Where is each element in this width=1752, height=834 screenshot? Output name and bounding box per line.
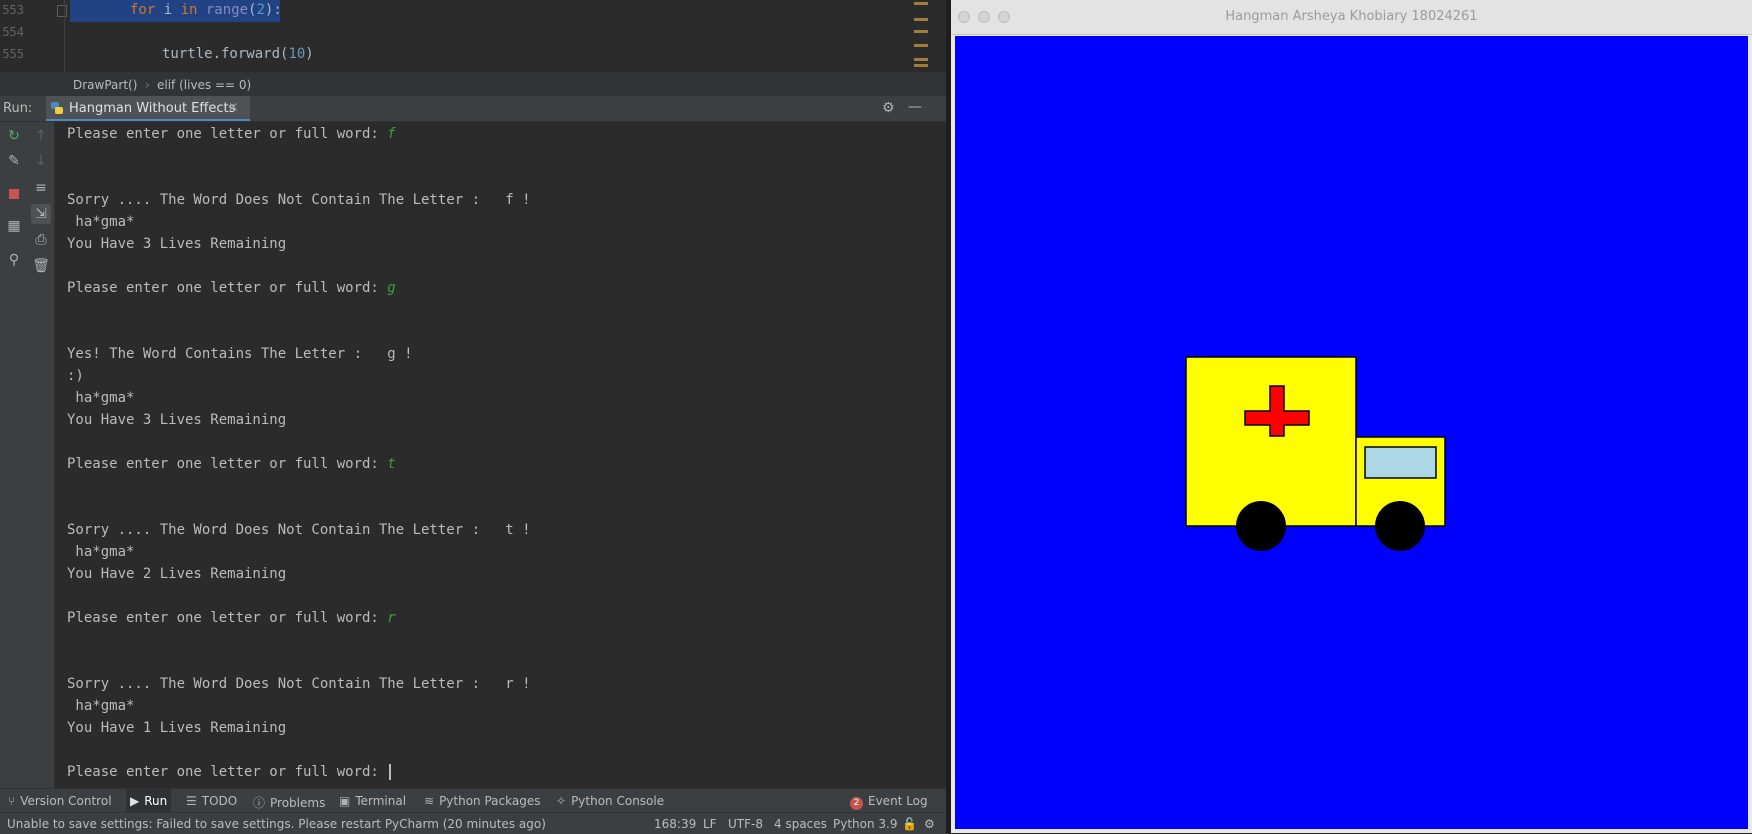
console-line: ha*gma* bbox=[67, 544, 135, 560]
stop-icon[interactable] bbox=[4, 184, 24, 204]
console-line: Please enter one letter or full word: r bbox=[67, 610, 396, 626]
ambulance-drawing bbox=[1185, 356, 1446, 551]
console-line: You Have 3 Lives Remaining bbox=[67, 412, 287, 428]
user-input: g bbox=[387, 280, 396, 296]
rerun-icon[interactable]: ↻ bbox=[4, 126, 24, 146]
code-editor[interactable]: 553 554 555 for i in range(2): turtle.fo… bbox=[0, 0, 946, 72]
console-line: Please enter one letter or full word: t bbox=[67, 456, 396, 472]
status-bar: Unable to save settings: Failed to save … bbox=[0, 812, 946, 834]
pin-icon[interactable]: ⚲ bbox=[4, 250, 24, 270]
print-icon[interactable]: ⎙ bbox=[31, 230, 51, 250]
line-number: 553 bbox=[2, 3, 24, 17]
soft-wrap-icon[interactable]: ≡ bbox=[31, 178, 51, 198]
python-icon bbox=[51, 102, 63, 114]
turtle-canvas[interactable] bbox=[955, 36, 1748, 829]
console-line: ha*gma* bbox=[67, 214, 135, 230]
window-titlebar[interactable]: Hangman Arsheya Khobiary 18024261 bbox=[951, 0, 1752, 35]
user-input: r bbox=[387, 610, 396, 626]
wheel-front bbox=[1375, 501, 1425, 551]
run-panel-label: Run: bbox=[3, 101, 33, 116]
breadcrumb-item-function[interactable]: DrawPart() bbox=[73, 78, 137, 92]
user-input: f bbox=[387, 126, 396, 142]
lock-icon[interactable]: 🔓 bbox=[902, 817, 917, 831]
branch-icon: ⑂ bbox=[8, 794, 16, 808]
tab-label: Hangman Without Effects bbox=[69, 101, 236, 116]
user-input: t bbox=[387, 456, 396, 472]
status-message[interactable]: Unable to save settings: Failed to save … bbox=[7, 817, 546, 831]
line-separator[interactable]: LF bbox=[703, 817, 717, 831]
minimize-icon[interactable]: — bbox=[908, 99, 922, 115]
arrow-down-icon[interactable]: ↓ bbox=[31, 151, 51, 171]
tool-window-terminal[interactable]: ▣ Terminal bbox=[339, 794, 406, 808]
tab-hangman-without-effects[interactable]: Hangman Without Effects × bbox=[46, 96, 250, 121]
wrench-icon[interactable]: ✎ bbox=[4, 151, 24, 171]
console-line: You Have 2 Lives Remaining bbox=[67, 566, 287, 582]
error-stripe[interactable] bbox=[914, 0, 928, 70]
trash-icon[interactable]: 🗑 bbox=[31, 256, 51, 276]
tool-window-todo[interactable]: ☰ TODO bbox=[186, 794, 237, 808]
code-line-555[interactable]: turtle.forward(10) bbox=[162, 46, 314, 62]
indent-setting[interactable]: 4 spaces bbox=[774, 817, 827, 831]
console-line: You Have 1 Lives Remaining bbox=[67, 720, 287, 736]
wheel-back bbox=[1236, 501, 1286, 551]
python-interpreter[interactable]: Python 3.9 bbox=[833, 817, 898, 831]
list-icon: ☰ bbox=[186, 794, 197, 808]
line-number: 554 bbox=[2, 25, 24, 39]
breadcrumb: DrawPart() › elif (lives == 0) bbox=[0, 72, 946, 97]
tool-window-version-control[interactable]: ⑂ Version Control bbox=[8, 794, 112, 808]
code-line-553[interactable]: for i in range(2): bbox=[130, 2, 282, 18]
scroll-to-end-icon[interactable]: ⇲ bbox=[31, 204, 51, 224]
close-icon[interactable]: × bbox=[228, 100, 239, 115]
run-toolbar-secondary: ↑ ↓ ≡ ⇲ ⎙ 🗑 bbox=[28, 122, 55, 788]
run-console[interactable]: Please enter one letter or full word: f S… bbox=[55, 122, 928, 788]
console-line: Please enter one letter or full word: g bbox=[67, 280, 396, 296]
python-icon: ✧ bbox=[556, 794, 567, 808]
tool-window-python-packages[interactable]: ≋ Python Packages bbox=[424, 794, 540, 808]
console-scrollbar[interactable] bbox=[928, 122, 946, 788]
fold-marker-icon[interactable] bbox=[57, 5, 67, 17]
console-line: ha*gma* bbox=[67, 390, 135, 406]
truck-window bbox=[1364, 446, 1437, 479]
play-icon: ▶ bbox=[130, 794, 140, 808]
tool-window-run[interactable]: ▶ Run bbox=[126, 789, 172, 813]
console-line: Please enter one letter or full word: f bbox=[67, 126, 396, 142]
turtle-graphics-window: Hangman Arsheya Khobiary 18024261 bbox=[951, 0, 1752, 833]
line-number: 555 bbox=[2, 47, 24, 61]
tool-window-python-console[interactable]: ✧ Python Console bbox=[556, 794, 664, 808]
console-line: Sorry .... The Word Does Not Contain The… bbox=[67, 192, 531, 208]
chevron-right-icon: › bbox=[145, 78, 150, 92]
tool-window-problems[interactable]: ⓘ Problems bbox=[253, 794, 325, 811]
layout-icon[interactable]: ▦ bbox=[4, 216, 24, 236]
truck-body bbox=[1185, 356, 1357, 527]
window-title: Hangman Arsheya Khobiary 18024261 bbox=[1225, 9, 1478, 24]
console-line: Yes! The Word Contains The Letter : g ! bbox=[67, 346, 413, 362]
layers-icon: ≋ bbox=[424, 794, 435, 808]
info-icon: ⓘ bbox=[253, 796, 266, 810]
run-panel-header: Run: Hangman Without Effects × ⚙ — bbox=[0, 96, 946, 122]
tool-window-event-log[interactable]: 2 Event Log bbox=[850, 794, 928, 810]
console-line: You Have 3 Lives Remaining bbox=[67, 236, 287, 252]
breadcrumb-item-branch[interactable]: elif (lives == 0) bbox=[157, 78, 251, 92]
console-line: Sorry .... The Word Does Not Contain The… bbox=[67, 676, 531, 692]
text-cursor bbox=[389, 764, 392, 780]
caret-position[interactable]: 168:39 bbox=[654, 817, 696, 831]
event-count-badge: 2 bbox=[850, 797, 863, 810]
arrow-up-icon[interactable]: ↑ bbox=[31, 126, 51, 146]
run-toolbar-primary: ↻ ✎ ▦ ⚲ bbox=[0, 122, 29, 788]
console-line: Sorry .... The Word Does Not Contain The… bbox=[67, 522, 531, 538]
console-line: Please enter one letter or full word: bbox=[67, 764, 392, 780]
tool-window-bar: ⑂ Version Control ▶ Run ☰ TODO ⓘ Problems ▣ T… bbox=[0, 788, 946, 813]
file-encoding[interactable]: UTF-8 bbox=[728, 817, 763, 831]
console-line: :) bbox=[67, 368, 84, 384]
gear-icon[interactable]: ⚙ bbox=[882, 100, 895, 116]
inspector-icon[interactable]: ⚙ bbox=[924, 817, 935, 831]
console-line: ha*gma* bbox=[67, 698, 135, 714]
terminal-icon: ▣ bbox=[339, 794, 351, 808]
pycharm-ide: 553 554 555 for i in range(2): turtle.fo… bbox=[0, 0, 946, 834]
indent-guide bbox=[64, 0, 65, 72]
